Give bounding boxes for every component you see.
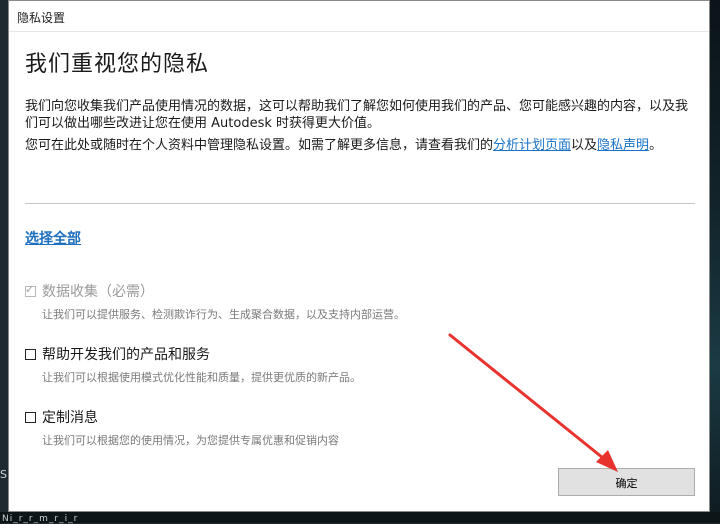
select-all-link[interactable]: 选择全部	[25, 228, 81, 248]
option-label[interactable]: 定制消息	[42, 407, 98, 427]
custom-messages-checkbox[interactable]	[25, 411, 36, 423]
option-data-collection: ✓ 数据收集（必需） 让我们可以提供服务、检测欺诈行为、生成聚合数据，以及支持内…	[25, 281, 685, 322]
background-app-edge	[710, 0, 720, 523]
data-collection-checkbox[interactable]: ✓	[25, 282, 36, 297]
checkmark-icon: ✓	[25, 282, 35, 296]
manage-text-end: 。	[649, 138, 663, 153]
manage-text: 您可在此处或随时在个人资料中管理隐私设置。如需了解更多信息，请查看我们的	[25, 138, 494, 153]
privacy-statement-link[interactable]: 隐私声明	[597, 138, 649, 153]
background-text: S	[0, 468, 7, 481]
dialog-title: 隐私设置	[17, 11, 66, 25]
option-custom-messages: 定制消息 让我们可以根据您的使用情况，为您提供专属优惠和促销内容	[25, 407, 685, 448]
dialog-titlebar[interactable]: 隐私设置	[9, 1, 709, 32]
manage-paragraph: 您可在此处或随时在个人资料中管理隐私设置。如需了解更多信息，请查看我们的分析计划…	[25, 137, 699, 154]
option-description: 让我们可以根据您的使用情况，为您提供专属优惠和促销内容	[42, 434, 339, 447]
product-development-checkbox[interactable]	[25, 348, 36, 360]
manage-text-between: 以及	[571, 138, 598, 153]
ok-button-label: 确定	[615, 476, 638, 490]
option-label[interactable]: 帮助开发我们的产品和服务	[42, 344, 210, 364]
privacy-settings-dialog: 隐私设置 我们重视您的隐私 我们向您收集我们产品使用情况的数据，这可以帮助我们了…	[8, 0, 710, 512]
divider	[25, 203, 695, 204]
option-description: 让我们可以提供服务、检测欺诈行为、生成聚合数据，以及支持内部运营。	[42, 308, 405, 321]
page-title: 我们重视您的隐私	[25, 52, 210, 77]
option-description: 让我们可以根据使用模式优化性能和质量，提供更优质的新产品。	[42, 371, 361, 384]
option-product-development: 帮助开发我们的产品和服务 让我们可以根据使用模式优化性能和质量，提供更优质的新产…	[25, 344, 685, 385]
background-app-bottom	[0, 512, 720, 523]
option-label: 数据收集（必需）	[42, 284, 154, 300]
intro-paragraph: 我们向您收集我们产品使用情况的数据，这可以帮助我们了解您如何使用我们的产品、您可…	[25, 99, 689, 131]
ok-button[interactable]: 确定	[558, 468, 695, 496]
analytics-program-link[interactable]: 分析计划页面	[493, 138, 571, 153]
